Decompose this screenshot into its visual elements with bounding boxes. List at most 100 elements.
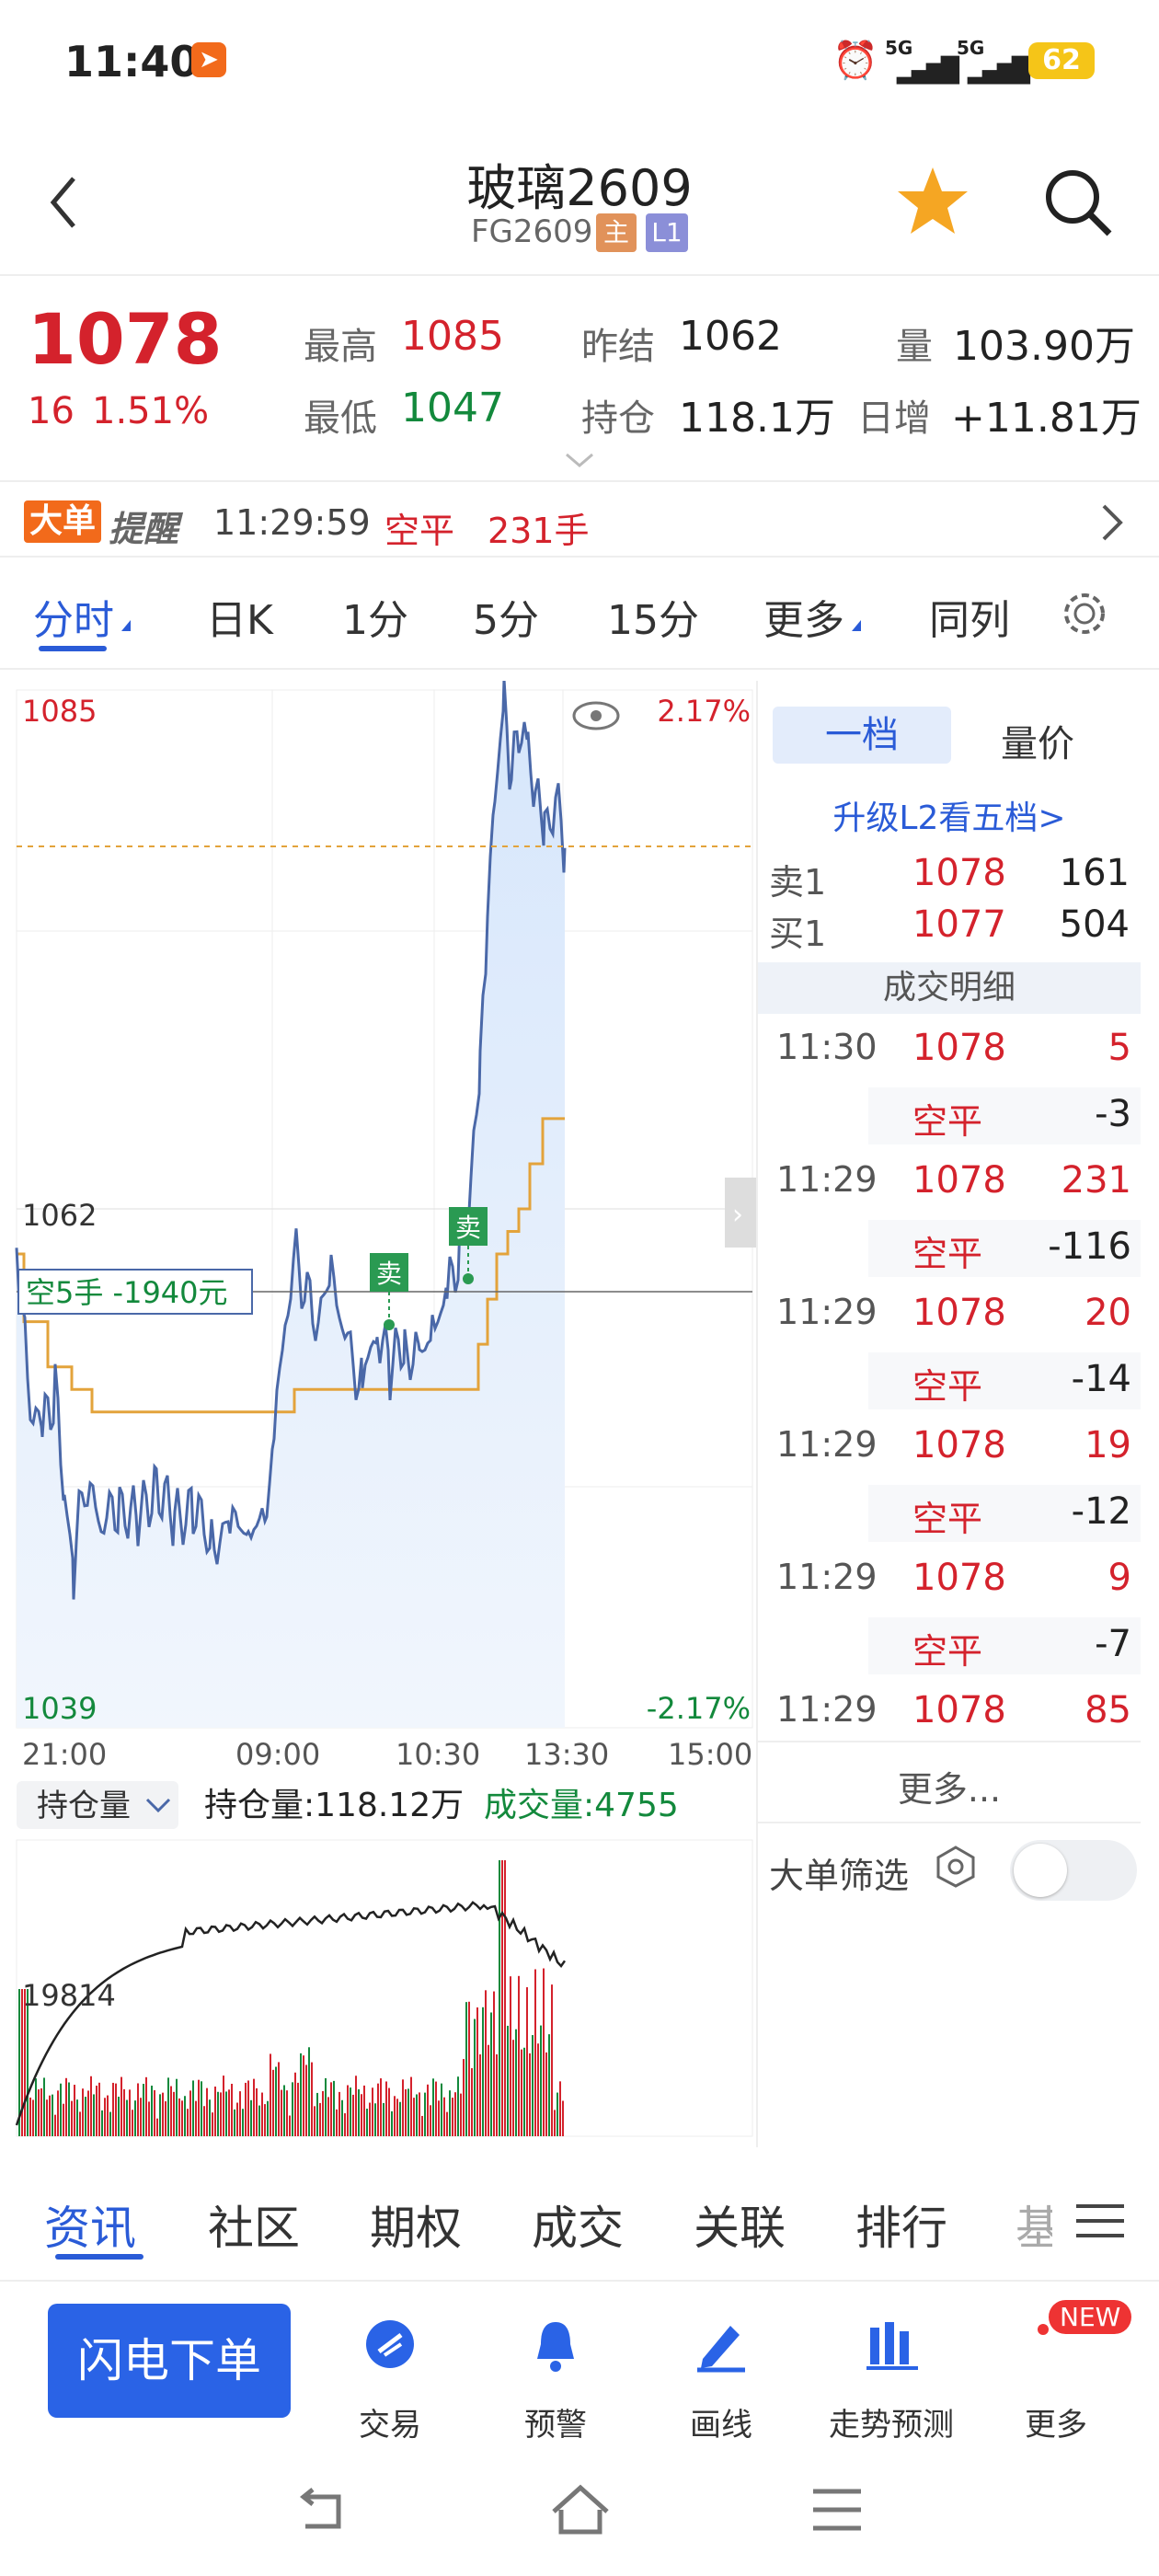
volume-bar xyxy=(220,2092,222,2136)
volume-bar xyxy=(413,2098,415,2136)
trade-list[interactable]: 11:30 1078 5 空平 -3 11:29 1078 231 空平 -116 11:29 107… xyxy=(758,1021,1141,1739)
volume-bar xyxy=(391,2110,393,2136)
volume-bar xyxy=(134,2100,136,2136)
trade-type: 空平 xyxy=(912,1499,983,1539)
volume-bar xyxy=(407,2088,409,2136)
volume-bar xyxy=(374,2103,376,2136)
volume-frame xyxy=(16,1839,753,2137)
tab-more[interactable]: 更多 xyxy=(763,587,844,646)
volume-bar xyxy=(543,1968,545,2136)
daily-increase-label: 日增 xyxy=(857,397,931,440)
volume-bar xyxy=(537,2043,539,2136)
volume-bar xyxy=(316,2092,318,2136)
big-order-toggle[interactable] xyxy=(1010,1840,1137,1901)
nav-back-icon[interactable] xyxy=(293,2484,351,2536)
position-tag: 空5手 -1940元 xyxy=(26,1275,228,1310)
volume-bar xyxy=(427,2084,429,2136)
chevron-right-small-icon: › xyxy=(732,1199,743,1231)
volume-bar xyxy=(361,2094,362,2136)
nav-menu-icon[interactable] xyxy=(809,2484,865,2536)
volume-bar xyxy=(545,2052,547,2136)
upgrade-l2-link[interactable]: 升级L2看五档> xyxy=(758,791,1141,839)
tab-level1[interactable]: 一档 xyxy=(773,707,951,764)
divider xyxy=(758,1741,1141,1742)
volume-bar xyxy=(314,2106,316,2136)
tab-options[interactable]: 期权 xyxy=(370,2191,462,2258)
menu-icon[interactable] xyxy=(1074,2201,1126,2241)
tab-5min[interactable]: 5分 xyxy=(473,587,539,646)
tab-1min[interactable]: 1分 xyxy=(342,587,408,646)
tab-news[interactable]: 资讯 xyxy=(44,2191,136,2258)
volume-bar xyxy=(424,2092,426,2136)
volume-bar xyxy=(559,2081,561,2136)
x-axis-label-5: 15:00 xyxy=(668,1737,752,1772)
net2-label: 5G xyxy=(957,37,985,59)
volume-bar xyxy=(350,2087,351,2136)
volume-bar xyxy=(355,2076,357,2136)
trade-type: 空平 xyxy=(912,1234,983,1274)
price-change-pct: 1.51% xyxy=(92,390,210,432)
main-contract-badge: 主 xyxy=(596,213,637,252)
volume-bar xyxy=(60,2083,62,2136)
intraday-chart[interactable]: 1085 1062 1039 2.17% -2.17% 空5手 -1940元 卖… xyxy=(0,681,756,2153)
tab-related[interactable]: 关联 xyxy=(694,2191,786,2258)
trade-change: -7 xyxy=(1095,1623,1131,1665)
last-price: 1078 xyxy=(28,298,223,380)
volume-bar xyxy=(112,2082,114,2136)
indicator-oi: 持仓量:118.12万 xyxy=(204,1787,464,1824)
high-label: 最高 xyxy=(304,326,377,368)
tab-compare[interactable]: 同列 xyxy=(929,587,1010,646)
volume-bar xyxy=(148,2101,150,2136)
trade-type: 空平 xyxy=(912,1101,983,1142)
volume-bar xyxy=(176,2078,178,2136)
tab-volume-price[interactable]: 量价 xyxy=(1001,714,1074,767)
volume-bar xyxy=(303,2055,304,2136)
nav-home-icon[interactable] xyxy=(548,2480,613,2539)
tab-partial[interactable]: 基 xyxy=(1016,2191,1052,2258)
volume-bar xyxy=(247,2080,249,2136)
trade-price: 1078 xyxy=(912,1159,1006,1202)
ask-price: 1078 xyxy=(912,852,1006,894)
volume-bar xyxy=(297,2082,299,2136)
net1-label: 5G xyxy=(885,37,913,59)
tab-ranking[interactable]: 排行 xyxy=(855,2191,947,2258)
volume-bar xyxy=(421,2115,423,2136)
volume-bar xyxy=(76,2099,78,2136)
volume-bar xyxy=(234,2109,235,2136)
filter-settings-icon[interactable] xyxy=(933,1844,979,1890)
volume-bar xyxy=(388,2087,390,2136)
expand-chevron-icon[interactable] xyxy=(563,451,596,471)
tab-15min[interactable]: 15分 xyxy=(607,587,699,646)
star-icon[interactable] xyxy=(896,164,970,237)
prev-settle-label: 昨结 xyxy=(581,326,655,368)
volume-bar xyxy=(275,2066,277,2136)
volume-bar xyxy=(46,2099,48,2136)
y-axis-bottom: 1039 xyxy=(22,1691,97,1726)
chevron-right-icon[interactable] xyxy=(1098,502,1126,543)
tab-intraday[interactable]: 分时 xyxy=(33,587,114,646)
trade-qty: 85 xyxy=(1084,1689,1131,1731)
volume-bar xyxy=(410,2076,412,2136)
tab-trades[interactable]: 成交 xyxy=(532,2191,624,2258)
volume-bar xyxy=(300,2053,302,2136)
volume-bar xyxy=(214,2087,216,2136)
low-label: 最低 xyxy=(304,397,377,440)
price-area-fill xyxy=(17,681,565,1728)
search-icon[interactable] xyxy=(1041,166,1115,239)
timeframe-tabs: 分时 日K 1分 5分 15分 更多 同列 xyxy=(0,559,1159,670)
more-trades-link[interactable]: 更多... xyxy=(758,1761,1141,1811)
flash-order-button[interactable]: 闪电下单 xyxy=(48,2304,291,2418)
trade-price: 1078 xyxy=(912,1027,1006,1069)
bid-qty: 504 xyxy=(1059,903,1130,946)
tab-community[interactable]: 社区 xyxy=(208,2191,300,2258)
settings-gear-icon[interactable] xyxy=(1060,589,1109,638)
volume-bar xyxy=(526,1987,528,2136)
volume-bar xyxy=(548,2034,550,2136)
volume-bar xyxy=(35,2078,37,2136)
volume-bar xyxy=(223,2076,224,2136)
y-axis-top: 1085 xyxy=(22,694,97,729)
big-order-alert[interactable]: 大单 提醒 11:29:59 空平 231手 xyxy=(0,484,1159,558)
page-title: 玻璃2609 xyxy=(466,159,693,217)
tab-daily-k[interactable]: 日K xyxy=(206,587,273,646)
volume-bar xyxy=(377,2083,379,2136)
